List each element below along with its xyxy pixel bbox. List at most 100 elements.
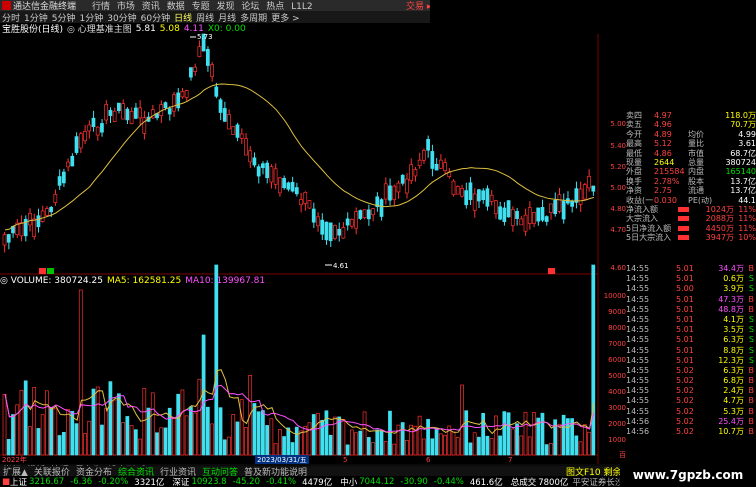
volume-axis-label: 1000 <box>608 436 626 444</box>
tick-volume: 6.3万 <box>723 335 744 345</box>
tick-price: 5.02 <box>676 427 694 436</box>
candle <box>460 187 464 197</box>
tick-row: 14:55 5.01 4.1万 S <box>626 315 756 325</box>
candle <box>87 124 92 132</box>
candle <box>244 138 248 156</box>
candle <box>426 138 430 151</box>
volume-bar <box>392 443 397 456</box>
index-amount: 461.6亿 <box>469 477 503 487</box>
volume-bar <box>451 431 456 456</box>
candle <box>176 92 181 109</box>
index-name[interactable]: 上证 <box>10 476 27 487</box>
index-amount: 4479亿 <box>302 477 333 487</box>
volume-bar <box>544 444 549 456</box>
candle <box>472 193 477 211</box>
volume-bar <box>57 435 62 456</box>
candle <box>53 193 58 203</box>
candle <box>455 186 460 195</box>
candle <box>66 161 70 168</box>
quote-label: 卖四 <box>626 111 642 120</box>
index-name[interactable]: 中小 <box>340 476 357 487</box>
candle <box>316 216 320 227</box>
tick-volume: 25.4万 <box>718 416 744 426</box>
volume-bar <box>180 389 185 456</box>
volume-bar <box>265 425 270 456</box>
volume-bar <box>578 441 583 456</box>
candle <box>210 64 214 77</box>
candle <box>261 163 265 169</box>
tick-time: 14:55 <box>626 335 650 345</box>
volume-bar <box>532 412 536 456</box>
candle <box>256 166 261 177</box>
candle <box>235 124 240 138</box>
volume-bar <box>36 428 41 456</box>
candle <box>121 103 125 120</box>
candle <box>358 210 363 219</box>
candle <box>409 164 414 182</box>
volume-bar <box>100 424 104 456</box>
candle <box>587 176 591 189</box>
index-value: 7044.12 <box>359 476 395 487</box>
candle <box>328 222 333 242</box>
candle <box>333 224 337 239</box>
date-label: 5 <box>343 455 348 464</box>
quote-value: 44.1 <box>738 195 756 205</box>
volume-bar <box>184 415 189 456</box>
quote-price: 4.96 <box>654 120 672 130</box>
candle <box>493 200 498 215</box>
tick-volume: 8.8万 <box>723 345 744 355</box>
volume-bar <box>493 415 498 456</box>
candle <box>78 133 83 149</box>
index-change: -45.20 <box>232 476 260 487</box>
volume-label: ◎ VOLUME: 380724.25 <box>0 276 103 286</box>
candle <box>578 188 583 205</box>
quote-value: 4.89 <box>654 129 672 139</box>
candle <box>286 182 291 190</box>
volume-bar <box>438 433 443 456</box>
candle <box>307 200 312 209</box>
volume-bar <box>261 410 265 456</box>
fund-flow-bar <box>678 224 692 233</box>
volume-axis-label: 6000 <box>608 356 626 364</box>
quote-value: 0.030 <box>654 195 677 205</box>
volume-bar <box>523 411 528 456</box>
candle <box>214 86 219 97</box>
tick-volume: 4.7万 <box>723 396 744 406</box>
index-pct: -0.41% <box>266 476 297 487</box>
candle <box>582 184 587 200</box>
tick-price: 5.01 <box>676 345 694 355</box>
candle <box>100 123 104 133</box>
volume-axis-label: 2000 <box>608 420 626 428</box>
tick-side: B <box>748 416 755 426</box>
volume-bar <box>328 434 333 456</box>
tick-row: 14:55 5.01 6.3万 S <box>626 335 756 345</box>
quote-label: PE(动) <box>688 195 712 205</box>
candle <box>392 185 397 200</box>
quote-volume: 70.7万 <box>730 120 756 130</box>
price-axis-label: 5.40 <box>610 142 626 150</box>
index-name[interactable]: 深证 <box>172 476 189 487</box>
price-axis-label: 4.70 <box>610 226 626 234</box>
index-value: 3216.67 <box>29 476 65 487</box>
candle <box>519 218 524 226</box>
volume-bar <box>498 435 502 456</box>
tick-side: S <box>748 274 754 284</box>
tick-side: B <box>748 396 755 406</box>
candle <box>574 188 579 203</box>
quote-value: 4.86 <box>654 148 672 158</box>
volume-bar <box>197 378 202 456</box>
candle <box>515 211 519 219</box>
candle <box>591 185 596 192</box>
candle <box>366 209 371 220</box>
volume-bar <box>214 264 219 456</box>
signal-marker-b <box>39 268 46 274</box>
volume-bar <box>125 416 130 456</box>
volume-bar <box>155 432 159 456</box>
chart-canvas[interactable]: 5.73 4.61 <box>0 0 626 464</box>
quote-row: 卖五 4.96 70.7万 <box>626 120 756 129</box>
fund-flow-label: 5日净流入额 <box>626 223 672 233</box>
candle <box>383 183 388 200</box>
candle <box>417 159 422 166</box>
volume-bar <box>121 422 125 456</box>
candle <box>434 163 439 171</box>
